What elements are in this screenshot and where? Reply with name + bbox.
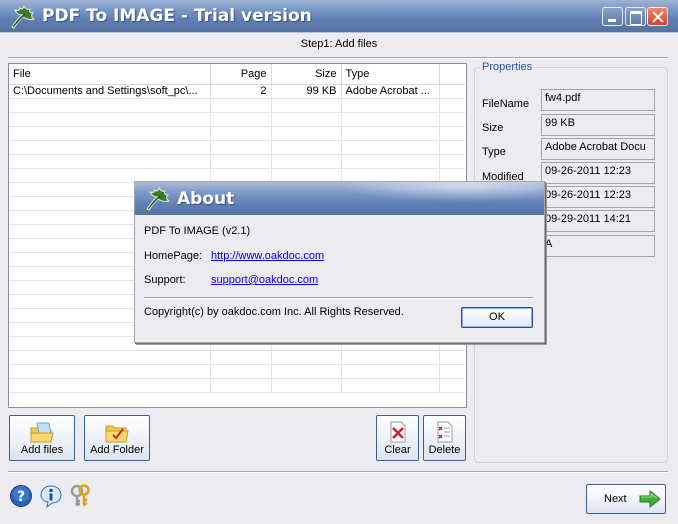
oak-leaf-logo-icon: [11, 4, 36, 29]
cell-type: Adobe Acrobat ...: [341, 84, 440, 99]
svg-text:?: ?: [17, 489, 25, 505]
cell-file: C:\Documents and Settings\soft_pc\...: [9, 84, 211, 99]
next-label: Next: [604, 493, 627, 505]
homepage-link[interactable]: http://www.oakdoc.com: [211, 250, 324, 262]
about-divider: [144, 297, 533, 299]
table-row-empty: [9, 378, 465, 393]
add-folder-icon: [105, 425, 129, 443]
title-bar: PDF To IMAGE - Trial version: [0, 0, 678, 33]
info-icon[interactable]: [39, 484, 63, 508]
prop-value-type: Adobe Acrobat Docu: [541, 138, 655, 160]
table-row-empty: [9, 112, 465, 127]
table-row[interactable]: C:\Documents and Settings\soft_pc\... 2 …: [9, 84, 465, 99]
ok-button[interactable]: OK: [461, 307, 533, 328]
add-folder-label: Add Folder: [90, 444, 144, 456]
table-row-empty: [9, 98, 465, 113]
about-homepage-label: HomePage:: [144, 250, 203, 262]
add-files-label: Add files: [20, 444, 64, 456]
prop-label-size: Size: [482, 122, 504, 134]
support-email-link[interactable]: support@oakdoc.com: [211, 274, 318, 286]
about-product: PDF To IMAGE (v2.1): [144, 225, 251, 237]
maximize-button[interactable]: [625, 7, 646, 26]
about-copyright: Copyright(c) by oakdoc.com Inc. All Righ…: [144, 306, 404, 318]
about-dialog: About PDF To IMAGE (v2.1) HomePage: http…: [134, 181, 545, 343]
minimize-button[interactable]: [602, 7, 623, 26]
prop-value-modified: 09-26-2011 12:23: [541, 162, 655, 184]
column-header-file[interactable]: File: [9, 64, 211, 85]
table-row-empty: [9, 140, 465, 155]
clear-button[interactable]: Clear: [376, 415, 419, 461]
help-icon[interactable]: ?: [9, 484, 33, 508]
close-button[interactable]: [647, 7, 668, 26]
table-row-empty: [9, 350, 465, 365]
add-files-icon: [30, 422, 54, 443]
prop-label-filename: FileName: [482, 98, 530, 110]
table-row-empty: [9, 154, 465, 169]
column-header-size[interactable]: Size: [271, 64, 342, 85]
keys-icon[interactable]: [69, 484, 93, 508]
cell-size: 99 KB: [271, 84, 342, 99]
about-title-bar: About: [135, 182, 544, 215]
prop-value-created: 09-26-2011 12:23: [541, 186, 655, 208]
clear-label: Clear: [384, 444, 411, 456]
arrow-right-icon: [639, 490, 661, 508]
column-header-type[interactable]: Type: [341, 64, 440, 85]
prop-value-filename: fw4.pdf: [541, 89, 655, 111]
column-header-filler: [439, 64, 465, 85]
add-folder-button[interactable]: Add Folder: [84, 415, 150, 461]
oak-leaf-logo-icon: [146, 186, 171, 211]
table-row-empty: [9, 126, 465, 141]
cell-page: 2: [210, 84, 272, 99]
file-list-header: File Page Size Type: [9, 64, 465, 85]
prop-value-attributes: A: [541, 235, 655, 257]
prop-value-accessed: 09-29-2011 14:21: [541, 210, 655, 232]
window-title: PDF To IMAGE - Trial version: [42, 6, 312, 26]
delete-button[interactable]: Delete: [423, 415, 466, 461]
about-title: About: [177, 189, 235, 209]
next-button[interactable]: Next: [586, 484, 666, 514]
about-support-label: Support:: [144, 274, 186, 286]
properties-legend: Properties: [480, 61, 535, 73]
delete-label: Delete: [428, 444, 461, 456]
prop-value-size: 99 KB: [541, 114, 655, 136]
step-label: Step1: Add files: [300, 38, 378, 50]
table-row-empty: [9, 364, 465, 379]
top-divider: [8, 57, 668, 59]
table-row-empty: [9, 168, 465, 183]
prop-label-type: Type: [482, 146, 506, 158]
add-files-button[interactable]: Add files: [9, 415, 75, 461]
delete-icon: [437, 421, 452, 443]
clear-icon: [390, 421, 405, 443]
bottom-divider: [8, 471, 668, 473]
column-header-page[interactable]: Page: [210, 64, 272, 85]
